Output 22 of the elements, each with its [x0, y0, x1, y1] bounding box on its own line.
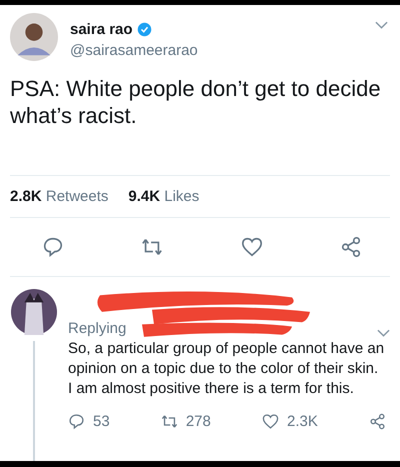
stat-count[interactable]: 9.4K Likes	[128, 188, 200, 205]
heart-icon[interactable]	[240, 236, 263, 258]
share-icon[interactable]	[369, 413, 386, 430]
heart-icon[interactable]	[262, 413, 279, 430]
stat-count[interactable]: 2.8K Retweets	[10, 188, 108, 205]
action-count: 278	[186, 413, 211, 430]
chevron-down-icon[interactable]	[375, 21, 388, 29]
share-icon[interactable]	[340, 236, 362, 258]
avatar[interactable]	[10, 13, 58, 61]
user-handle: @sairasameerarao	[70, 42, 199, 59]
reply-icon[interactable]	[68, 413, 85, 430]
action-count: 53	[93, 413, 110, 430]
avatar[interactable]	[11, 289, 57, 335]
replying-to-label: Replying	[68, 320, 126, 337]
retweet-icon[interactable]	[141, 236, 164, 258]
action-count: 2.3K	[287, 413, 318, 430]
tweet-text: PSA: White people don’t get to decide what’s racist.	[9, 75, 382, 130]
reply-icon[interactable]	[42, 236, 64, 258]
user-name: saira rao	[70, 21, 133, 38]
retweet-icon[interactable]	[160, 413, 178, 430]
chevron-down-icon[interactable]	[377, 329, 390, 337]
reply-text: So, a particular group of people cannot have an opinion on a topic due to the color of their skin. I am almost positive there is a term for this.	[68, 339, 386, 399]
